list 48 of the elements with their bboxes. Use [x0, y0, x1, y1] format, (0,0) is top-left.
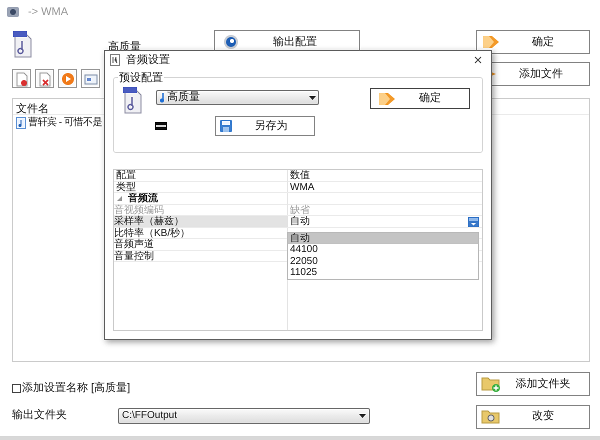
- checkbox[interactable]: [12, 384, 21, 393]
- music-note-icon: [159, 92, 166, 103]
- file-name: 曹轩宾 - 可惜不是: [28, 116, 102, 130]
- app-icon: [6, 6, 20, 18]
- arrow-icon: [481, 33, 501, 51]
- music-file-icon: [16, 116, 26, 128]
- column-header: 文件名: [15, 102, 49, 114]
- property-value: 缺省: [289, 204, 311, 215]
- audio-file-icon: [122, 86, 142, 114]
- property-name: 音视频编码: [114, 204, 165, 215]
- category-name: 音频流: [128, 192, 158, 204]
- dropdown-button-icon[interactable]: [468, 216, 479, 226]
- dropdown-option[interactable]: 22050: [288, 256, 478, 267]
- column-header: 配置: [115, 170, 137, 180]
- dialog-icon: [110, 54, 120, 66]
- collapse-triangle-icon[interactable]: [117, 196, 122, 201]
- column-header: 数值: [289, 170, 310, 180]
- ok-button[interactable]: 确定: [370, 88, 470, 109]
- dropdown-option[interactable]: 自动: [288, 232, 478, 244]
- preset-dropdown[interactable]: 高质量: [156, 90, 319, 105]
- ok-button[interactable]: 确定: [476, 30, 590, 54]
- card-icon[interactable]: [81, 69, 100, 88]
- dialog-title: 音频设置: [126, 52, 171, 68]
- output-folder-dropdown[interactable]: C:\FFOutput: [118, 408, 370, 424]
- dropdown-option[interactable]: 44100: [288, 244, 478, 256]
- save-as-button[interactable]: 另存为: [215, 116, 315, 136]
- dropdown-arrow-icon: [359, 414, 366, 418]
- dropdown-arrow-icon: [309, 96, 316, 100]
- property-name: 比特率（KB/秒）: [114, 228, 192, 238]
- window-title: -> WMA: [28, 4, 68, 20]
- property-name: 音量控制: [114, 250, 155, 261]
- property-name: 音频声道: [114, 239, 155, 250]
- property-value: 自动: [289, 216, 311, 226]
- checkbox-label: 添加设置名称 [高质量]: [22, 380, 130, 396]
- play-icon[interactable]: [58, 69, 77, 88]
- dropdown-option[interactable]: 11025: [288, 267, 478, 278]
- property-value: WMA: [289, 182, 316, 192]
- add-folder-button[interactable]: 添加文件夹: [476, 372, 590, 396]
- delete-file-icon[interactable]: [35, 69, 54, 88]
- property-name: 采样率（赫兹）: [114, 216, 288, 226]
- audio-file-icon: [12, 30, 32, 58]
- output-folder-label: 输出文件夹: [12, 408, 68, 424]
- change-button[interactable]: 改变: [476, 404, 590, 428]
- folder-icon: [481, 408, 501, 424]
- console-icon: [155, 122, 167, 130]
- remove-file-icon[interactable]: [12, 69, 31, 88]
- property-name: 类型: [115, 182, 137, 192]
- folder-add-icon: [481, 375, 501, 393]
